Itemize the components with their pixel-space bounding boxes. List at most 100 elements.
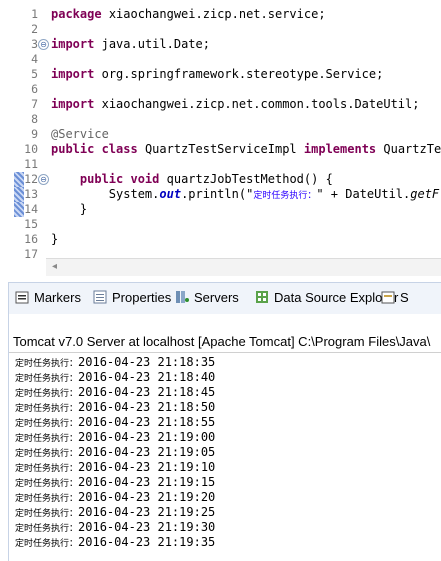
code-text: package xiaochangwei.zicp.net.service; — [51, 7, 326, 22]
code-line: 4 — [0, 52, 441, 67]
code-line: 6 — [0, 82, 441, 97]
views-tab-bar: Markers Properties Servers Data Source Expl… — [8, 282, 441, 315]
console-line: 定时任务执行：2016-04-23 21:19:05 — [15, 445, 215, 460]
code-line: 17 — [0, 247, 441, 258]
code-line: 8 — [0, 112, 441, 127]
console-line-timestamp: 2016-04-23 21:19:15 — [78, 475, 216, 489]
code-text: } — [51, 202, 87, 217]
line-number: 8 — [31, 112, 38, 126]
tab-properties[interactable]: Properties — [93, 290, 171, 308]
code-token: QuartzTestServiceImpl — [144, 142, 297, 156]
code-token: import — [51, 97, 95, 111]
code-text: import xiaochangwei.zicp.net.common.tool… — [51, 97, 419, 112]
console-line: 定时任务执行：2016-04-23 21:18:45 — [15, 385, 215, 400]
code-text: import java.util.Date; — [51, 37, 210, 52]
console-output[interactable]: 定时任务执行：2016-04-23 21:18:35 定时任务执行：2016-04… — [9, 352, 441, 561]
console-line-prefix: 定时任务执行： — [15, 539, 79, 549]
code-line: 10 public class QuartzTestServiceImpl imp… — [0, 142, 441, 157]
console-line-timestamp: 2016-04-23 21:19:00 — [78, 430, 216, 444]
console-line-prefix: 定时任务执行： — [15, 449, 79, 459]
code-line: 13 System.out.println("定时任务执行：" + DateUt… — [0, 187, 441, 202]
code-token: out — [159, 187, 182, 201]
console-line: 定时任务执行：2016-04-23 21:18:40 — [15, 370, 215, 385]
console-line-timestamp: 2016-04-23 21:18:55 — [78, 415, 216, 429]
line-number: 1 — [31, 7, 38, 21]
line-number: 3 — [31, 37, 38, 51]
code-editor[interactable]: 1 package xiaochangwei.zicp.net.service; 2… — [0, 0, 441, 258]
tab-servers[interactable]: Servers — [175, 290, 239, 308]
fold-toggle-icon[interactable]: ⊖ — [38, 39, 49, 50]
code-token: java.util.Date; — [101, 37, 210, 51]
console-line: 定时任务执行：2016-04-23 21:19:35 — [15, 535, 215, 550]
code-text: import org.springframework.stereotype.Se… — [51, 67, 383, 82]
horizontal-scrollbar[interactable]: ◂ — [46, 258, 441, 276]
tab-label: Properties — [112, 290, 172, 305]
code-token: } — [51, 232, 59, 246]
change-marker-icon — [14, 187, 24, 202]
console-line: 定时任务执行：2016-04-23 21:19:30 — [15, 520, 215, 535]
line-number: 11 — [24, 157, 38, 171]
code-line: 3 ⊖ import java.util.Date; — [0, 37, 441, 52]
scroll-left-icon[interactable]: ◂ — [52, 261, 57, 272]
code-line: 2 — [0, 22, 441, 37]
code-line: 14 } — [0, 202, 441, 217]
line-number: 4 — [31, 52, 38, 66]
console-line-prefix: 定时任务执行： — [15, 374, 79, 384]
console-line-prefix: 定时任务执行： — [15, 419, 79, 429]
tab-label: Data Source Explorer — [274, 290, 399, 305]
console-line: 定时任务执行：2016-04-23 21:19:00 — [15, 430, 215, 445]
tab-s[interactable]: S — [381, 290, 409, 308]
console-line-timestamp: 2016-04-23 21:19:10 — [78, 460, 216, 474]
code-line: 11 — [0, 157, 441, 172]
console-line-timestamp: 2016-04-23 21:18:50 — [78, 400, 216, 414]
code-token: " + DateUtil. — [316, 187, 411, 201]
console-line: 定时任务执行：2016-04-23 21:18:55 — [15, 415, 215, 430]
code-token: System. — [108, 187, 160, 201]
code-line: 15 — [0, 217, 441, 232]
console-line-prefix: 定时任务执行： — [15, 389, 79, 399]
line-number: 9 — [31, 127, 38, 141]
line-number: 17 — [24, 247, 38, 258]
console-line: 定时任务执行：2016-04-23 21:18:35 — [15, 355, 215, 370]
code-token: getF — [410, 187, 440, 201]
fold-toggle-icon[interactable]: ⊖ — [38, 174, 49, 185]
line-number: 15 — [24, 217, 38, 231]
console-line: 定时任务执行：2016-04-23 21:19:10 — [15, 460, 215, 475]
servers-icon — [175, 290, 189, 304]
code-token: .println(" — [181, 187, 254, 201]
code-text: } — [51, 232, 58, 247]
code-token: xiaochangwei.zicp.net.common.tools.DateU… — [101, 97, 420, 111]
console-title: Tomcat v7.0 Server at localhost [Apache … — [13, 334, 431, 349]
console-line: 定时任务执行：2016-04-23 21:18:50 — [15, 400, 215, 415]
code-token: xiaochangwei.zicp.net.service; — [108, 7, 326, 21]
console-line-timestamp: 2016-04-23 21:18:35 — [78, 355, 216, 369]
console-line-prefix: 定时任务执行： — [15, 479, 79, 489]
code-line: 12 ⊖ public void quartzJobTestMethod() { — [0, 172, 441, 187]
console-line: 定时任务执行：2016-04-23 21:19:25 — [15, 505, 215, 520]
code-token: import — [51, 67, 95, 81]
line-number: 2 — [31, 22, 38, 36]
tab-markers[interactable]: Markers — [15, 290, 81, 308]
line-number: 7 — [31, 97, 38, 111]
code-text: public void quartzJobTestMethod() { — [51, 172, 333, 187]
code-token: @Service — [51, 127, 109, 141]
tab-label: S — [400, 290, 409, 305]
code-line: 1 package xiaochangwei.zicp.net.service; — [0, 7, 441, 22]
console-line-timestamp: 2016-04-23 21:18:45 — [78, 385, 216, 399]
tab-data-source-explorer[interactable]: Data Source Explorer — [255, 290, 398, 308]
line-number: 5 — [31, 67, 38, 81]
code-token: QuartzTes — [383, 142, 441, 156]
console-view: Tomcat v7.0 Server at localhost [Apache … — [8, 314, 441, 561]
change-marker-icon — [14, 172, 24, 187]
console-line-prefix: 定时任务执行： — [15, 464, 79, 474]
code-token: 定时任务执行： — [253, 191, 317, 201]
code-line: 16} — [0, 232, 441, 247]
console-line-prefix: 定时任务执行： — [15, 524, 79, 534]
properties-icon — [93, 290, 107, 304]
tab-label: Servers — [194, 290, 239, 305]
code-token: import — [51, 37, 95, 51]
code-token: } — [79, 202, 88, 216]
